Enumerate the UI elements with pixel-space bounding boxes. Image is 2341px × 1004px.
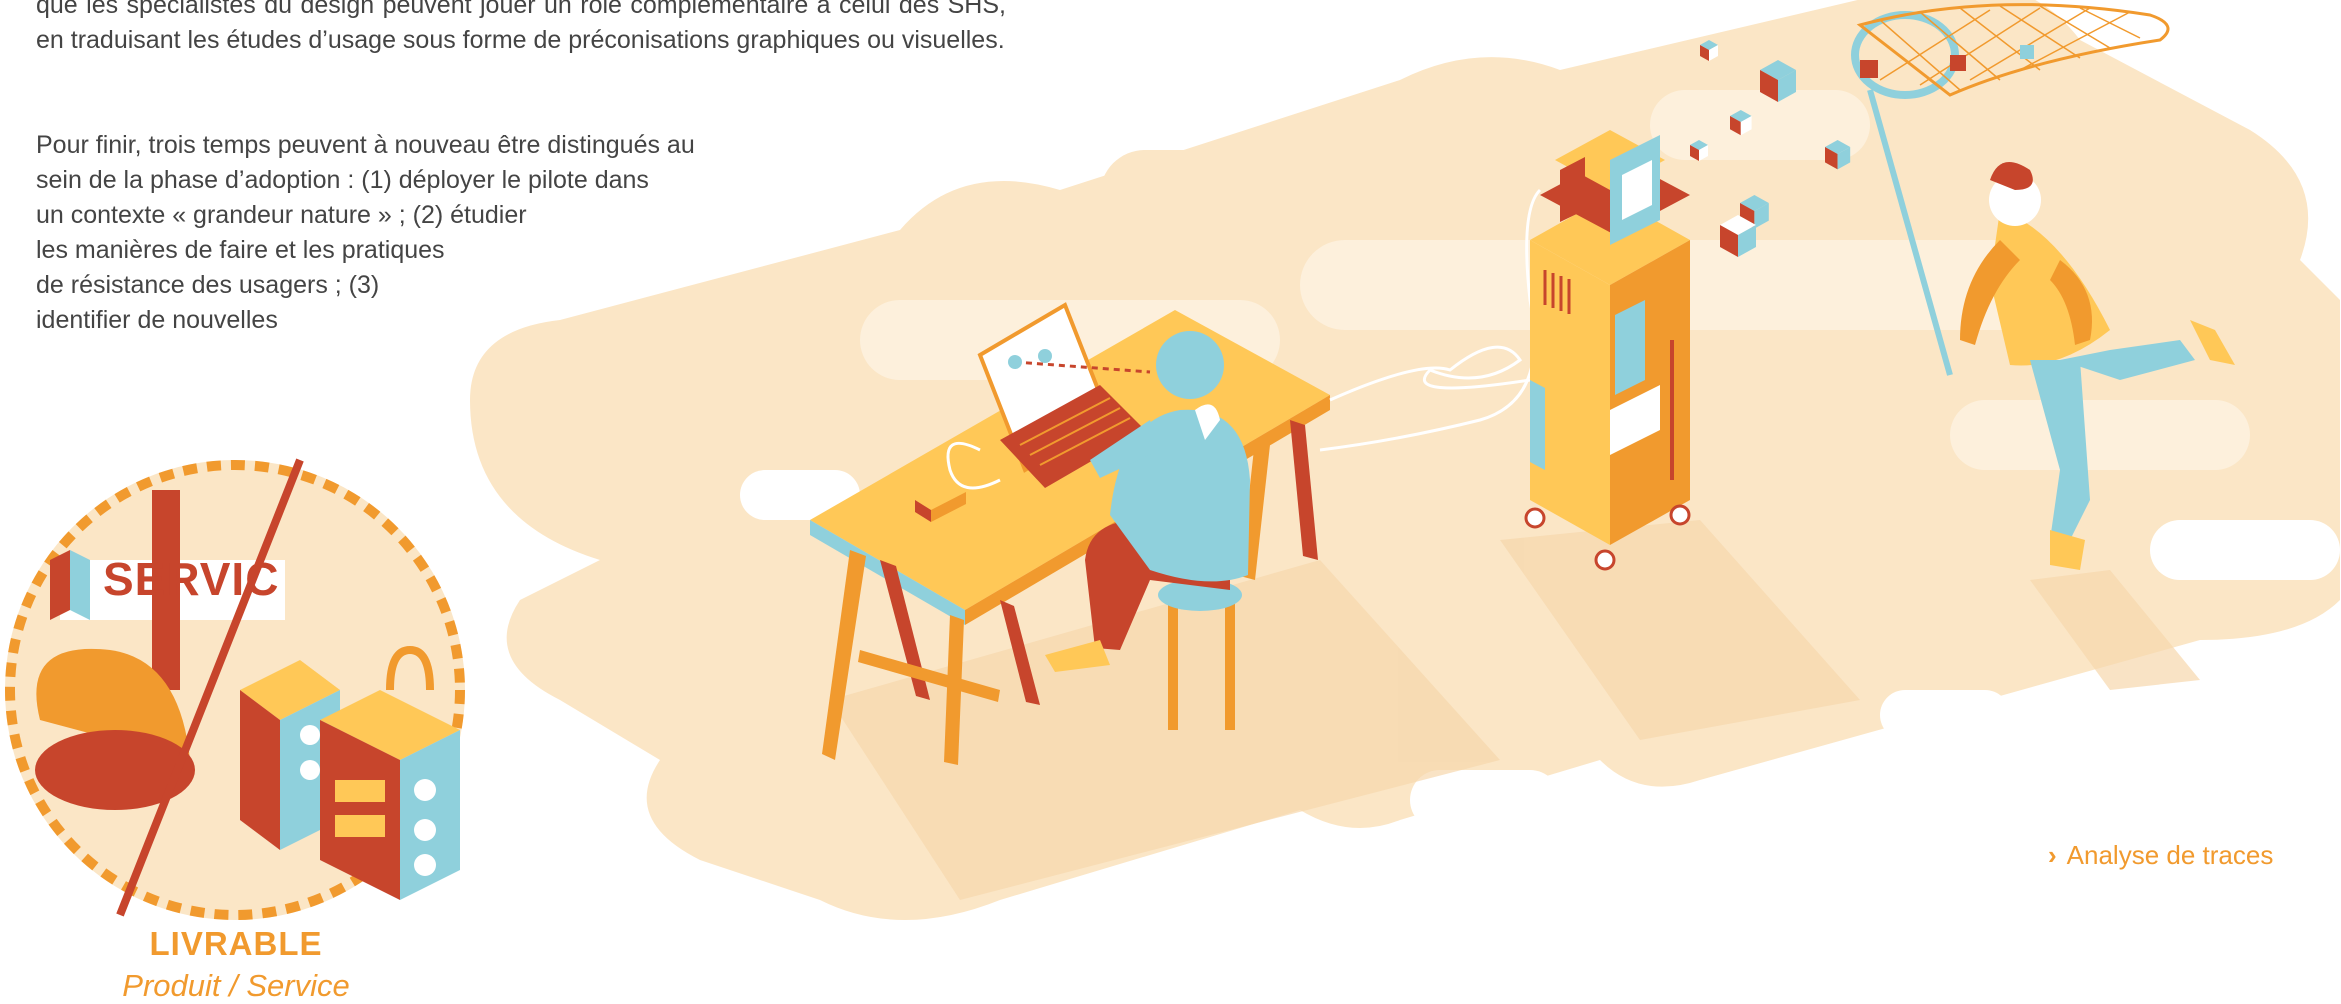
machine-cabinet: [1524, 130, 1691, 571]
caption-title: LIVRABLE: [149, 925, 323, 962]
illustration-scene: [5, 0, 2340, 920]
badge-service-label: SERVIC: [103, 553, 280, 605]
livrable-badge: [5, 458, 465, 920]
caption-subtitle: Produit / Service: [122, 968, 350, 1003]
analyse-de-traces-link[interactable]: › Analyse de traces: [2048, 840, 2273, 871]
chevron-right-icon: ›: [2048, 840, 2057, 870]
link-label: Analyse de traces: [2066, 840, 2274, 870]
